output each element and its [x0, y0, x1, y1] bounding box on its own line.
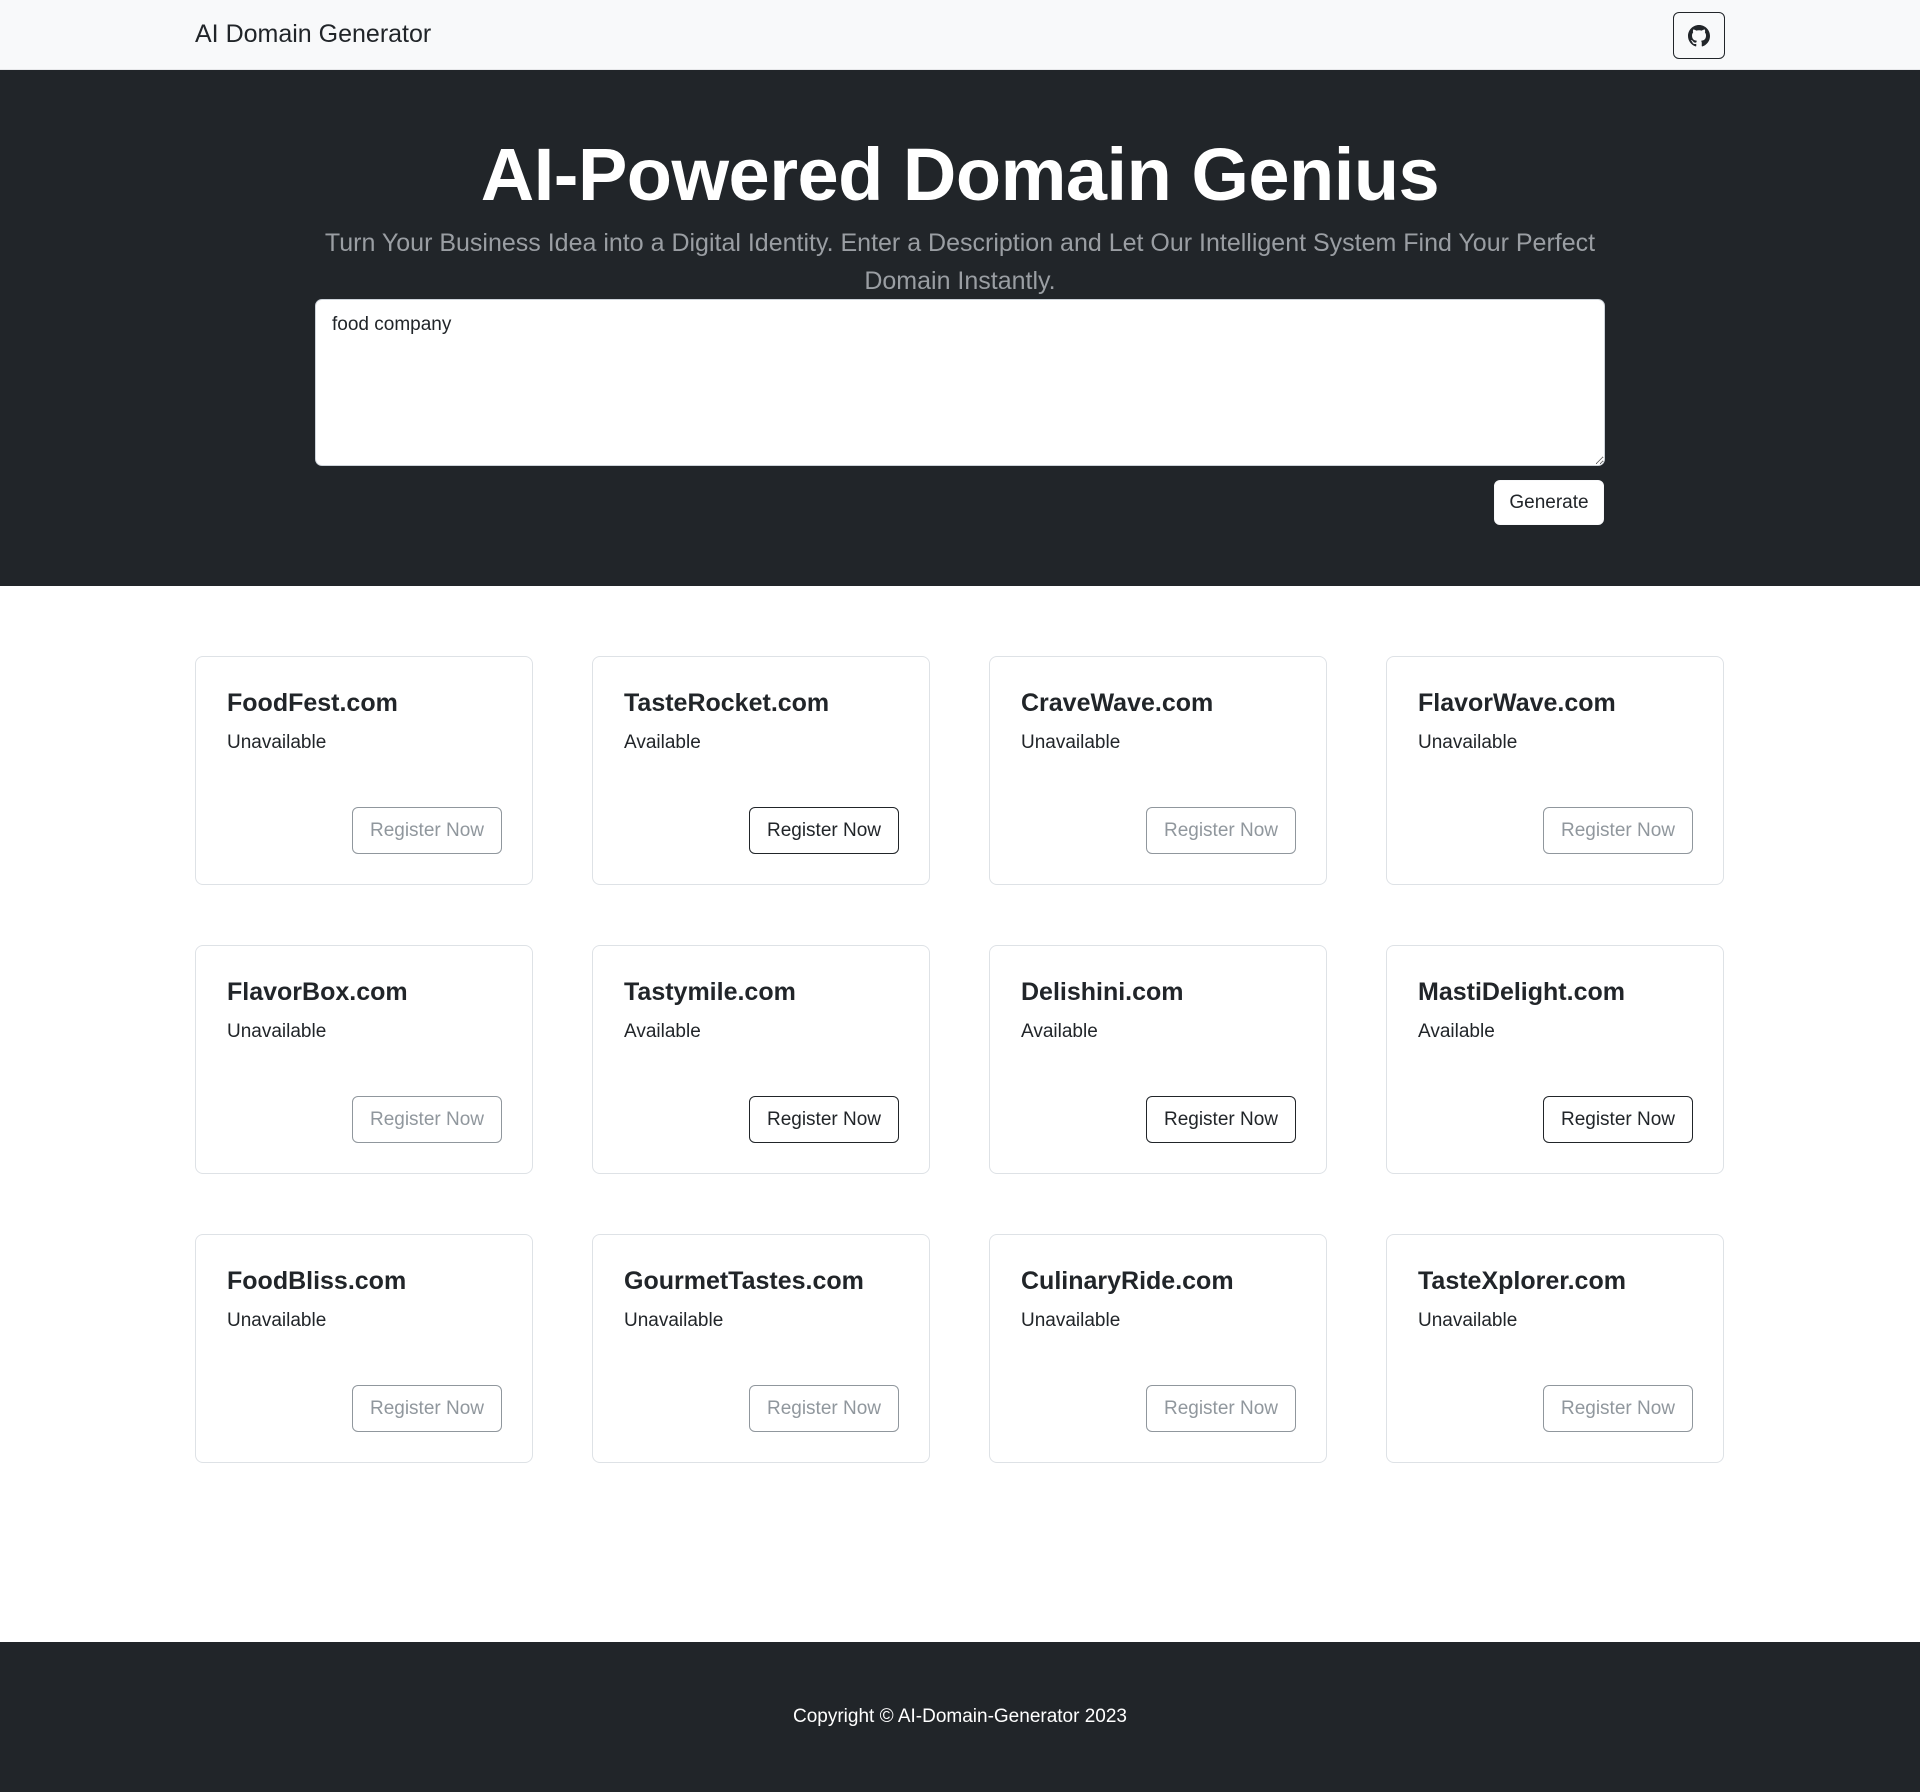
domain-card: CulinaryRide.com Unavailable Register No…	[989, 1234, 1327, 1463]
domain-status: Unavailable	[624, 1310, 724, 1331]
register-now-button: Register Now	[352, 1385, 502, 1432]
domain-status: Unavailable	[1418, 732, 1518, 753]
domain-name: Tastymile.com	[624, 978, 796, 1006]
register-now-button[interactable]: Register Now	[749, 807, 899, 854]
hero-subtitle: Turn Your Business Idea into a Digital I…	[324, 229, 1596, 295]
domain-card: Delishini.com Available Register Now	[989, 945, 1327, 1174]
domain-status: Unavailable	[1418, 1310, 1518, 1331]
navbar-brand[interactable]: AI Domain Generator	[195, 20, 431, 49]
register-now-button: Register Now	[1146, 807, 1296, 854]
domain-status: Available	[624, 732, 701, 753]
domain-name: TasteXplorer.com	[1418, 1267, 1626, 1295]
domain-name: FlavorBox.com	[227, 978, 408, 1006]
domain-name: FlavorWave.com	[1418, 689, 1616, 717]
domain-name: GourmetTastes.com	[624, 1267, 864, 1295]
register-now-button: Register Now	[352, 1096, 502, 1143]
domain-name: CraveWave.com	[1021, 689, 1214, 717]
github-button[interactable]	[1673, 12, 1725, 59]
domain-name: MastiDelight.com	[1418, 978, 1625, 1006]
domain-name: FoodBliss.com	[227, 1267, 407, 1295]
domain-name: TasteRocket.com	[624, 689, 830, 717]
domain-status: Unavailable	[227, 1310, 327, 1331]
domain-card: FoodBliss.com Unavailable Register Now	[195, 1234, 533, 1463]
navbar: AI Domain Generator	[0, 0, 1920, 70]
domain-status: Available	[1418, 1021, 1495, 1042]
domain-card: FoodFest.com Unavailable Register Now	[195, 656, 533, 885]
domain-status: Available	[624, 1021, 701, 1042]
domain-card: Tastymile.com Available Register Now	[592, 945, 930, 1174]
domain-card: FlavorWave.com Unavailable Register Now	[1386, 656, 1724, 885]
domain-status: Unavailable	[227, 1021, 327, 1042]
domain-card: TasteXplorer.com Unavailable Register No…	[1386, 1234, 1724, 1463]
register-now-button: Register Now	[1146, 1385, 1296, 1432]
page-title: AI-Powered Domain Genius	[480, 133, 1440, 216]
generate-button[interactable]: Generate	[1494, 480, 1604, 525]
description-input[interactable]	[315, 299, 1605, 466]
domain-card: GourmetTastes.com Unavailable Register N…	[592, 1234, 930, 1463]
domain-status: Available	[1021, 1021, 1098, 1042]
register-now-button: Register Now	[352, 807, 502, 854]
domain-card: CraveWave.com Unavailable Register Now	[989, 656, 1327, 885]
domain-name: CulinaryRide.com	[1021, 1267, 1234, 1295]
domain-card: FlavorBox.com Unavailable Register Now	[195, 945, 533, 1174]
register-now-button[interactable]: Register Now	[1543, 1096, 1693, 1143]
domain-card: TasteRocket.com Available Register Now	[592, 656, 930, 885]
footer: Copyright © AI-Domain-Generator 2023	[0, 1642, 1920, 1792]
domain-status: Unavailable	[1021, 1310, 1121, 1331]
domain-status: Unavailable	[1021, 732, 1121, 753]
domain-card: MastiDelight.com Available Register Now	[1386, 945, 1724, 1174]
register-now-button[interactable]: Register Now	[1146, 1096, 1296, 1143]
register-now-button: Register Now	[1543, 1385, 1693, 1432]
copyright-text: Copyright © AI-Domain-Generator 2023	[793, 1706, 1127, 1727]
register-now-button: Register Now	[749, 1385, 899, 1432]
register-now-button: Register Now	[1543, 807, 1693, 854]
domain-name: Delishini.com	[1021, 978, 1184, 1006]
domain-name: FoodFest.com	[227, 689, 398, 717]
github-icon	[1688, 24, 1710, 46]
domain-results-grid: FoodFest.com Unavailable Register Now Ta…	[195, 656, 1725, 1463]
hero-section: AI-Powered Domain Genius Turn Your Busin…	[0, 70, 1920, 586]
domain-status: Unavailable	[227, 732, 327, 753]
register-now-button[interactable]: Register Now	[749, 1096, 899, 1143]
